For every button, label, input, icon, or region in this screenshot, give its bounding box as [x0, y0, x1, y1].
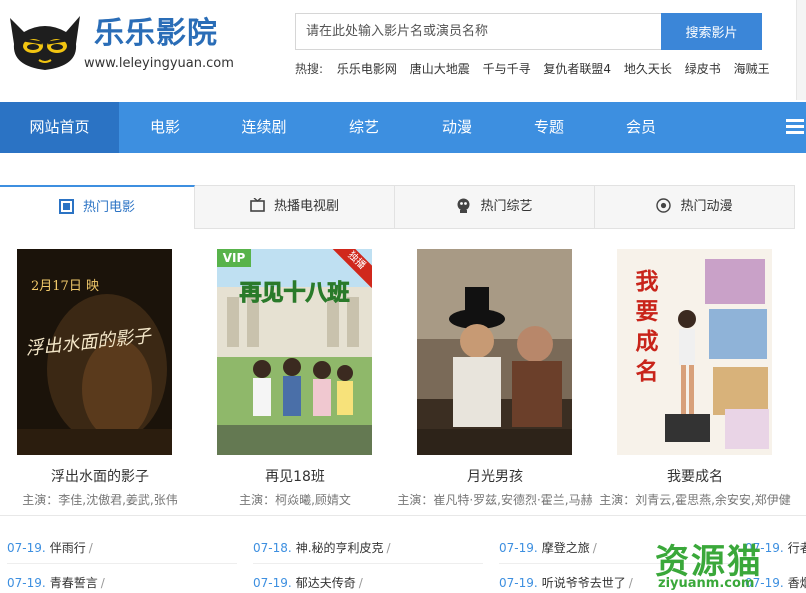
search-bar: 搜索影片	[295, 13, 762, 50]
search-input[interactable]	[295, 13, 661, 50]
update-date: 07-19.	[7, 541, 46, 555]
movie-card[interactable]: 月光男孩 主演：崔凡特·罗兹,安德烈·霍兰,马赫	[395, 249, 595, 509]
tab-label: 热门综艺	[480, 199, 533, 214]
row-separator	[253, 563, 483, 564]
movie-poster[interactable]	[417, 249, 572, 455]
update-date: 07-18.	[253, 541, 292, 555]
update-item[interactable]: 07-19. 郁达夫传奇 /	[253, 574, 363, 591]
update-item[interactable]: 07-19. 摩登之旅 /	[499, 539, 597, 556]
variety-icon	[457, 198, 470, 213]
tab-hot-variety[interactable]: 热门综艺	[395, 185, 595, 229]
tab-label: 热播电视剧	[273, 199, 339, 214]
nav-movies[interactable]: 电影	[119, 102, 211, 153]
search-button[interactable]: 搜索影片	[661, 13, 762, 50]
nav-anime[interactable]: 动漫	[411, 102, 503, 153]
movie-title[interactable]: 我要成名	[595, 466, 795, 486]
tab-label: 热门电影	[82, 200, 135, 215]
movie-poster[interactable]: 2月17日 映 浮出水面的影子	[17, 249, 172, 455]
movie-cast: 主演：柯焱曦,顾婧文	[239, 493, 351, 507]
poster-date: 2月17日 映	[31, 279, 99, 294]
hot-search-item[interactable]: 千与千寻	[483, 62, 531, 76]
update-date: 07-19.	[7, 576, 46, 590]
tab-hot-anime[interactable]: 热门动漫	[595, 185, 795, 229]
anime-icon	[656, 198, 672, 213]
update-date: 07-19.	[499, 541, 538, 555]
tab-label: 热门动漫	[680, 199, 733, 214]
tab-hot-movies[interactable]: 热门电影	[0, 185, 195, 229]
movie-title[interactable]: 浮出水面的影子	[0, 466, 200, 486]
hot-search-item[interactable]: 绿皮书	[685, 62, 721, 76]
movie-cast: 主演：刘青云,霍思燕,余安安,郑伊健	[599, 493, 791, 507]
movie-cast: 主演：崔凡特·罗兹,安德烈·霍兰,马赫	[397, 493, 593, 507]
update-title[interactable]: 郁达夫传奇	[296, 576, 356, 590]
update-title[interactable]: 伴雨行	[50, 541, 86, 555]
tv-icon	[250, 198, 265, 212]
cat-face-icon[interactable]	[6, 10, 84, 74]
category-tabs: 热门电影 热播电视剧 热门综艺 热门动漫	[0, 185, 806, 229]
site-url: www.leleyingyuan.com	[84, 56, 234, 71]
watermark-url: ziyuanm.com	[658, 576, 755, 591]
update-title[interactable]: 神.秘的亨利皮克	[296, 541, 384, 555]
hot-search-label: 热搜:	[295, 62, 324, 76]
update-item[interactable]: 07-18. 神.秘的亨利皮克 /	[253, 539, 391, 556]
hot-search-item[interactable]: 唐山大地震	[410, 62, 470, 76]
hamburger-menu-icon[interactable]	[786, 119, 804, 135]
hot-search-item[interactable]: 复仇者联盟4	[543, 62, 611, 76]
hot-search: 热搜: 乐乐电影网 唐山大地震 千与千寻 复仇者联盟4 地久天长 绿皮书 海贼王	[295, 60, 779, 77]
header: 乐乐影院 www.leleyingyuan.com 搜索影片 热搜: 乐乐电影网…	[0, 0, 806, 102]
nav-member[interactable]: 会员	[595, 102, 687, 153]
nav-topics[interactable]: 专题	[503, 102, 595, 153]
update-title[interactable]: 听说爷爷去世了	[542, 576, 626, 590]
hot-search-item[interactable]: 海贼王	[734, 62, 770, 76]
movie-card[interactable]: 我要成名 我要成名 主演：刘青云,霍思燕,余安安,郑伊健	[595, 249, 795, 509]
site-title[interactable]: 乐乐影院	[94, 8, 218, 52]
tab-hot-series[interactable]: 热播电视剧	[195, 185, 395, 229]
nav-home[interactable]: 网站首页	[0, 102, 119, 153]
update-item[interactable]: 07-19. 伴雨行 /	[7, 539, 93, 556]
update-title[interactable]: 摩登之旅	[542, 541, 590, 555]
main-nav: 网站首页 电影 连续剧 综艺 动漫 专题 会员	[0, 102, 806, 153]
section-divider	[0, 515, 806, 516]
update-title[interactable]: 青春誓言	[50, 576, 98, 590]
film-icon	[58, 199, 74, 214]
nav-variety[interactable]: 综艺	[317, 102, 411, 153]
movie-card[interactable]: 2月17日 映 浮出水面的影子 浮出水面的影子 主演：李佳,沈傲君,姜武,张伟	[0, 249, 200, 509]
update-date: 07-19.	[253, 576, 292, 590]
update-item[interactable]: 07-19. 青春誓言 /	[7, 574, 105, 591]
hot-search-item[interactable]: 地久天长	[624, 62, 672, 76]
movie-poster[interactable]: 再见十八班 VIP 独播	[217, 249, 372, 455]
nav-series[interactable]: 连续剧	[211, 102, 317, 153]
movie-title[interactable]: 再见18班	[195, 466, 395, 486]
poster-art	[417, 249, 572, 455]
poster-title: 再见十八班	[239, 281, 350, 307]
side-panel-edge	[796, 0, 806, 100]
update-date: 07-19.	[499, 576, 538, 590]
movie-card[interactable]: 再见十八班 VIP 独播 再见18班 主演：柯焱曦,顾婧文	[195, 249, 395, 509]
vip-badge: VIP	[217, 249, 251, 267]
hot-search-item[interactable]: 乐乐电影网	[337, 62, 397, 76]
row-separator	[7, 563, 237, 564]
movie-cast: 主演：李佳,沈傲君,姜武,张伟	[22, 493, 178, 507]
poster-title: 我要成名	[635, 269, 659, 385]
movie-poster[interactable]: 我要成名	[617, 249, 772, 455]
watermark: 资源猫 ziyuanm.com	[655, 534, 805, 592]
movie-title[interactable]: 月光男孩	[395, 466, 595, 486]
update-item[interactable]: 07-19. 听说爷爷去世了 /	[499, 574, 633, 591]
